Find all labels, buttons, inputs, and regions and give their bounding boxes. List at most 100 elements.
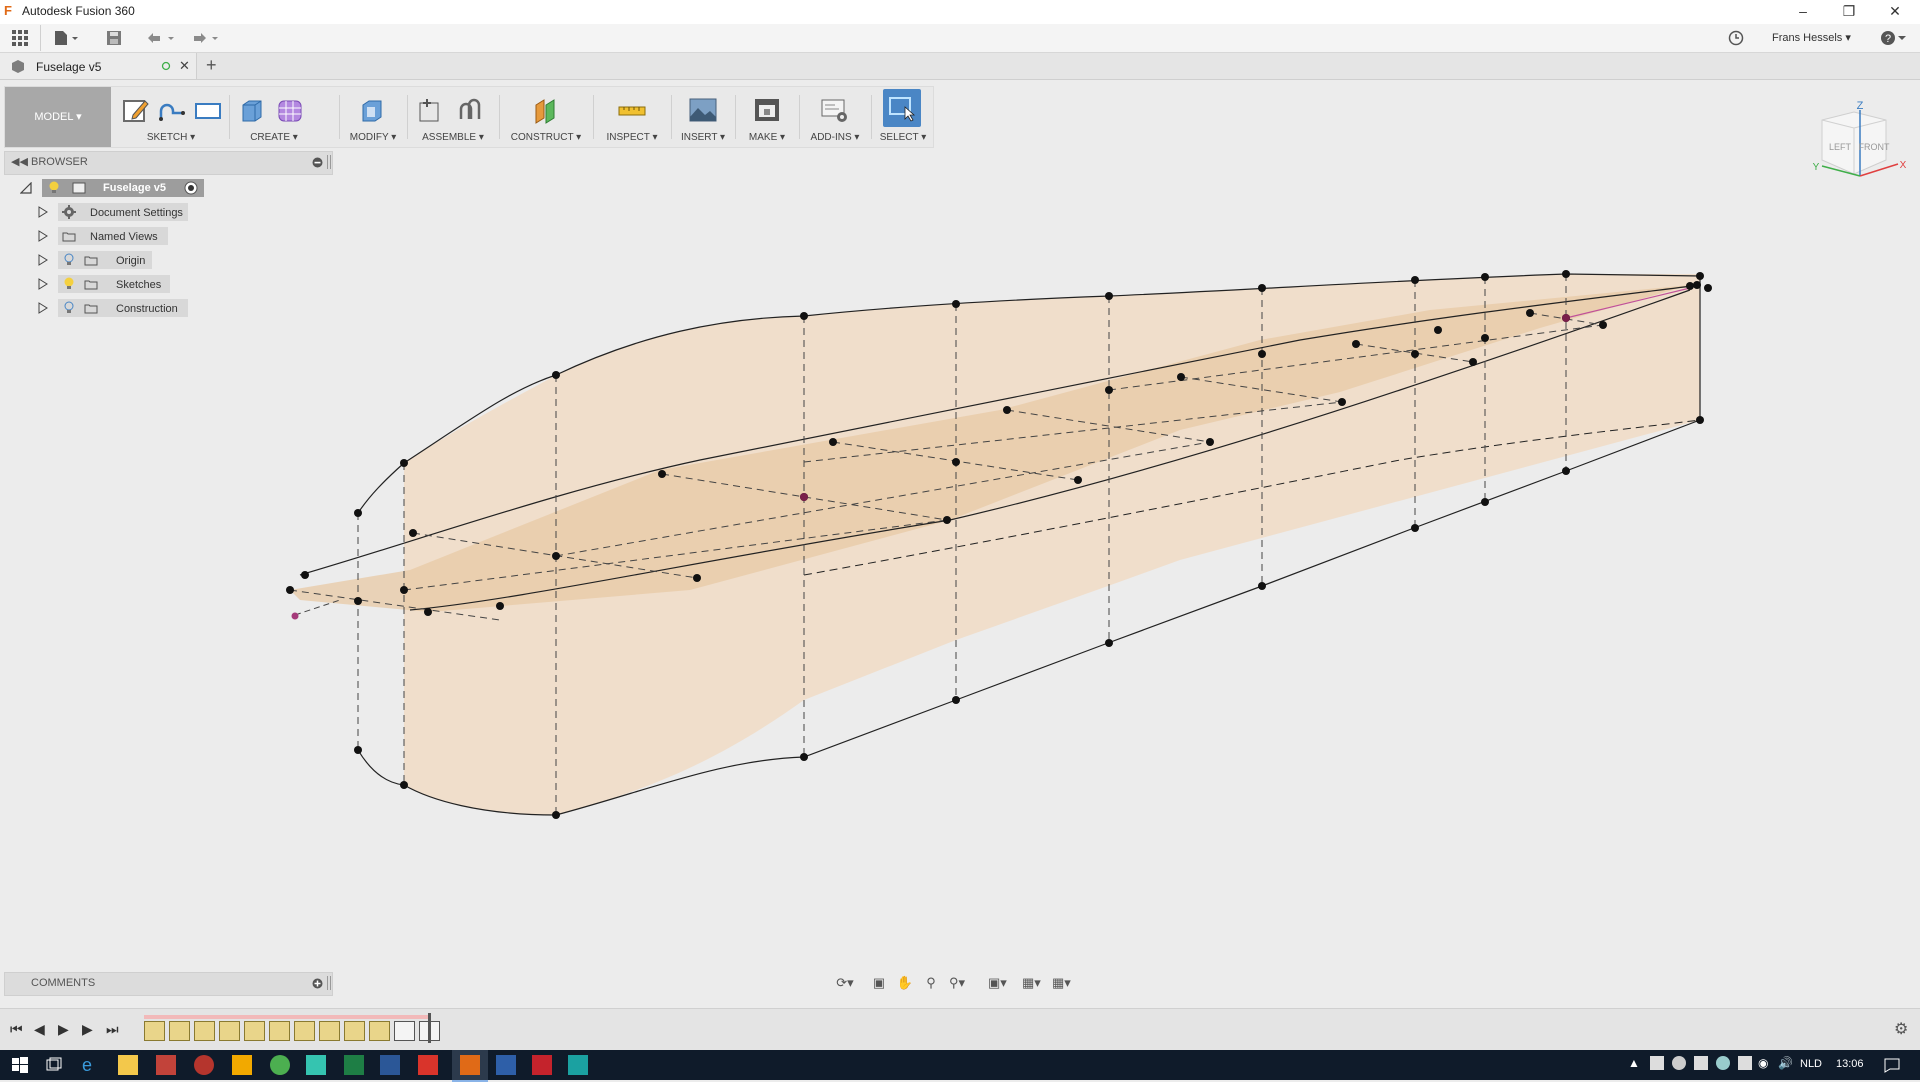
assemble-group[interactable]: ASSEMBLE ▾ [411,87,495,147]
timeline-settings-gear-icon[interactable]: ⚙ [1894,1019,1908,1039]
timeline-sketch-icon[interactable] [269,1021,290,1041]
joint-icon[interactable] [455,95,485,125]
step-forward-icon[interactable]: ▶ [82,1021,93,1038]
step-back-icon[interactable]: ◀ [34,1021,45,1038]
document-tab[interactable]: Fuselage v5 ✕ [0,53,197,79]
windows-start-icon[interactable] [10,1055,30,1075]
display-settings-icon[interactable]: ▣▾ [988,974,1007,992]
input-language[interactable]: NLD [1800,1058,1822,1070]
visibility-bulb-off-icon[interactable] [63,301,75,315]
expand-node-icon[interactable] [38,278,48,290]
orbit-icon[interactable]: ⟳▾ [836,974,854,992]
line-tool-icon[interactable] [157,95,187,125]
chrome-icon[interactable] [270,1055,290,1075]
visibility-bulb-off-icon[interactable] [63,253,75,267]
play-icon[interactable]: ▶ [58,1021,69,1038]
collapse-node-icon[interactable] [20,182,32,194]
offset-plane-icon[interactable] [531,95,561,125]
browser-item-named-views[interactable]: Named Views [36,227,236,247]
help-dropdown-icon[interactable] [1898,36,1906,42]
tray-icon[interactable] [1694,1056,1708,1070]
volume-icon[interactable]: 🔊 [1778,1056,1793,1070]
look-at-icon[interactable]: ▣ [870,974,888,992]
activate-component-icon[interactable] [184,181,198,195]
visibility-bulb-icon[interactable] [63,277,75,291]
app-icon-red-2[interactable] [418,1055,438,1075]
app-icon-circle-red[interactable] [194,1055,214,1075]
create-group[interactable]: CREATE ▾ [233,87,315,147]
timeline-sketch-icon[interactable] [169,1021,190,1041]
task-view-icon[interactable] [44,1055,64,1075]
timeline-sketch-icon[interactable] [194,1021,215,1041]
workspace-switcher-button[interactable]: MODEL ▾ [5,87,111,147]
select-window-icon[interactable] [887,93,917,123]
new-tab-button[interactable]: + [206,55,217,76]
browser-item-document-settings[interactable]: Document Settings [36,203,236,223]
rectangle-tool-icon[interactable] [193,95,223,125]
timeline-sketch-icon[interactable] [319,1021,340,1041]
sketch-group[interactable]: SKETCH ▾ [117,87,225,147]
new-component-icon[interactable] [415,95,445,125]
expand-node-icon[interactable] [38,230,48,242]
inspect-group[interactable]: INSPECT ▾ [597,87,667,147]
minimize-button[interactable]: – [1780,0,1826,24]
timeline-marker[interactable] [428,1013,431,1043]
tray-icon[interactable] [1738,1056,1752,1070]
app-grid-icon[interactable] [12,30,28,46]
tray-icon[interactable] [1716,1056,1730,1070]
app-icon-yellow[interactable] [232,1055,252,1075]
revit-icon[interactable] [496,1055,516,1075]
browser-item-origin[interactable]: Origin [36,251,236,271]
collapse-browser-icon[interactable]: ◀◀ [11,155,28,168]
construct-group[interactable]: CONSTRUCT ▾ [503,87,589,147]
timeline-loft-icon[interactable] [394,1021,415,1041]
scripts-addins-icon[interactable] [820,95,850,125]
excel-icon[interactable] [344,1055,364,1075]
viewports-icon[interactable]: ▦▾ [1052,974,1071,992]
file-menu-icon[interactable] [54,30,80,46]
clock[interactable]: 13:06 [1836,1058,1864,1070]
user-menu[interactable]: Frans Hessels ▾ [1772,31,1851,44]
addins-group[interactable]: ADD-INS ▾ [803,87,867,147]
browser-panel-grip[interactable] [327,155,331,169]
viewcube[interactable]: Z LEFT FRONT X Y [1800,96,1910,186]
comments-panel-grip[interactable] [327,976,331,990]
tray-icon[interactable] [1672,1056,1686,1070]
file-explorer-icon[interactable] [118,1055,138,1075]
make-group[interactable]: MAKE ▾ [739,87,795,147]
word-icon[interactable] [380,1055,400,1075]
action-center-icon[interactable] [1882,1055,1902,1075]
tray-icon[interactable] [1650,1056,1664,1070]
timeline-sketch-icon[interactable] [219,1021,240,1041]
measure-icon[interactable] [617,95,647,125]
close-window-button[interactable]: ✕ [1872,0,1918,24]
form-tspline-icon[interactable] [275,95,305,125]
create-sketch-icon[interactable] [121,95,151,125]
press-pull-icon[interactable] [357,95,387,125]
expand-node-icon[interactable] [38,254,48,266]
help-icon[interactable]: ? [1880,30,1896,46]
insert-image-icon[interactable] [688,95,718,125]
app-icon-3[interactable] [568,1055,588,1075]
app-icon-teal[interactable] [306,1055,326,1075]
timeline-sketch-icon[interactable] [144,1021,165,1041]
timeline-sketch-icon[interactable] [344,1021,365,1041]
close-tab-button[interactable]: ✕ [179,58,190,74]
job-status-clock-icon[interactable] [1728,30,1744,46]
comments-panel-header[interactable]: COMMENTS [4,972,333,996]
timeline-sketch-icon[interactable] [244,1021,265,1041]
browser-item-sketches[interactable]: Sketches [36,275,236,295]
zoom-icon[interactable]: ⚲ [922,974,940,992]
fusion-360-icon[interactable] [460,1055,480,1075]
visibility-bulb-icon[interactable] [48,181,60,195]
show-hidden-icons-icon[interactable]: ▲ [1628,1056,1640,1070]
extrude-icon[interactable] [237,95,267,125]
browser-panel-header[interactable]: ◀◀ BROWSER [4,151,333,175]
timeline-sketch-icon[interactable] [369,1021,390,1041]
pan-hand-icon[interactable]: ✋ [896,974,914,992]
browser-root-node[interactable]: Fuselage v5 [20,179,220,199]
add-comment-icon[interactable] [312,978,323,989]
fit-zoom-icon[interactable]: ⚲▾ [948,974,966,992]
go-to-start-icon[interactable]: ⏮ [10,1021,23,1038]
timeline-sketch-icon[interactable] [294,1021,315,1041]
